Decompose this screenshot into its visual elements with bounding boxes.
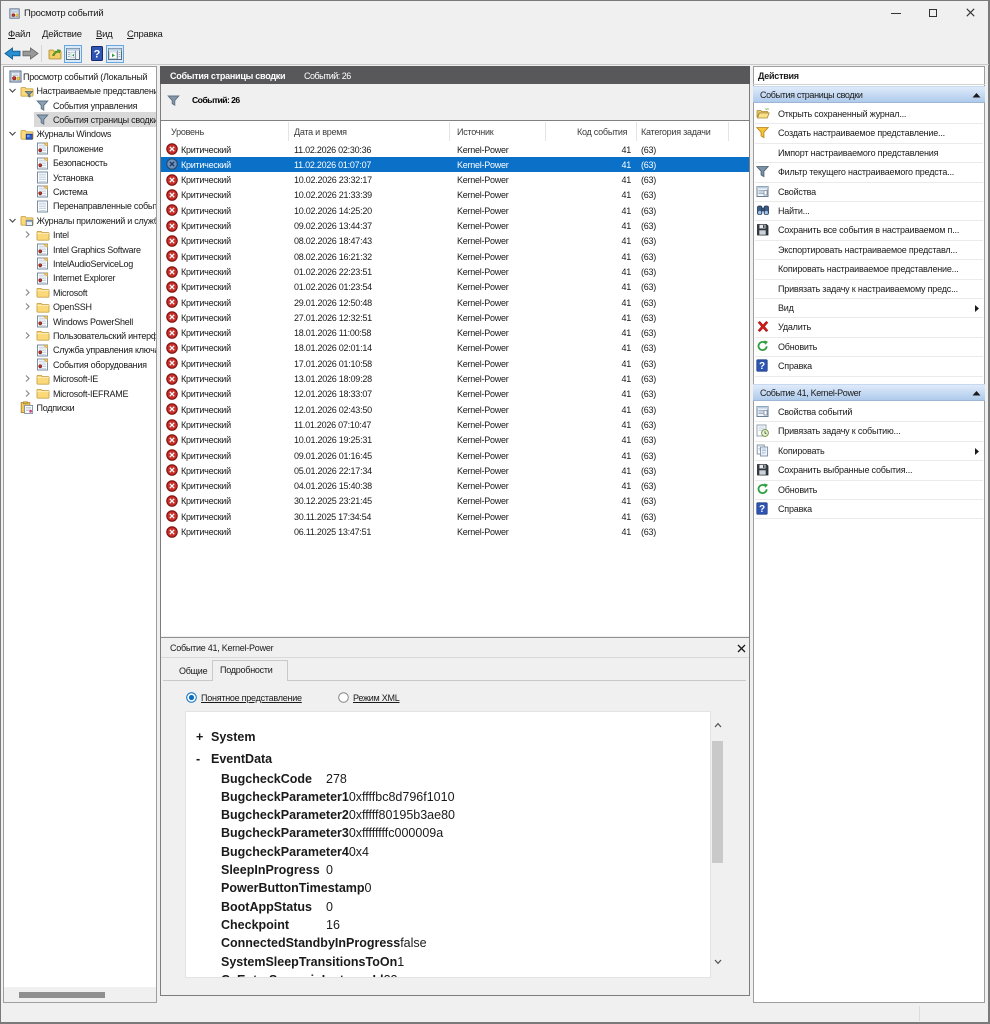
svg-text:?: ? [759,504,765,515]
svg-text:?: ? [759,361,765,372]
svg-text:?: ? [94,49,101,61]
